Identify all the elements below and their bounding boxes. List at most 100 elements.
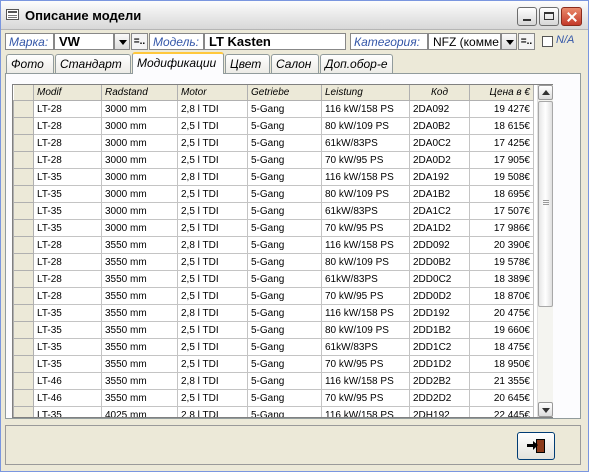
table-row[interactable]: LT-28 3550 mm 2,5 l TDI 5-Gang 70 kW/95 PS 2D… (13, 287, 534, 305)
table-row[interactable]: LT-28 3550 mm 2,8 l TDI 5-Gang 116 kW/158 PS… (13, 236, 534, 254)
cell-code[interactable]: 2DD0C2 (409, 270, 470, 288)
table-row[interactable]: LT-35 3550 mm 2,5 l TDI 5-Gang 70 kW/95 PS 2D… (13, 355, 534, 373)
tab-standard[interactable]: Стандарт (55, 54, 131, 73)
table-row[interactable]: LT-35 4025 mm 2,8 l TDI 5-Gang 116 kW/158 PS… (13, 406, 534, 417)
cell-leistung[interactable]: 61kW/83PS (321, 270, 410, 288)
cell-modif[interactable]: LT-46 (33, 389, 102, 407)
tab-photo[interactable]: Фото (6, 54, 54, 73)
cell-code[interactable]: 2DD2B2 (409, 372, 470, 390)
cell-getriebe[interactable]: 5-Gang (247, 202, 322, 220)
cell-code[interactable]: 2DD0D2 (409, 287, 470, 305)
cell-price[interactable]: 17 986€ (469, 219, 534, 237)
cell-getriebe[interactable]: 5-Gang (247, 185, 322, 203)
cell-radstand[interactable]: 3550 mm (101, 355, 178, 373)
cell-code[interactable]: 2DD1C2 (409, 338, 470, 356)
table-row[interactable]: LT-35 3000 mm 2,5 l TDI 5-Gang 61kW/83PS 2DA1… (13, 202, 534, 220)
cell-code[interactable]: 2DA0D2 (409, 151, 470, 169)
cell-motor[interactable]: 2,5 l TDI (177, 151, 248, 169)
row-selector[interactable] (13, 372, 34, 390)
cell-radstand[interactable]: 3000 mm (101, 117, 178, 135)
cell-motor[interactable]: 2,8 l TDI (177, 236, 248, 254)
column-header-getriebe[interactable]: Getriebe (247, 85, 322, 101)
cell-getriebe[interactable]: 5-Gang (247, 304, 322, 322)
cell-leistung[interactable]: 61kW/83PS (321, 134, 410, 152)
cell-radstand[interactable]: 4025 mm (101, 406, 178, 417)
row-selector[interactable] (13, 406, 34, 417)
table-row[interactable]: LT-28 3000 mm 2,5 l TDI 5-Gang 70 kW/95 PS 2D… (13, 151, 534, 169)
cell-code[interactable]: 2DD1D2 (409, 355, 470, 373)
cell-radstand[interactable]: 3550 mm (101, 236, 178, 254)
cell-radstand[interactable]: 3000 mm (101, 202, 178, 220)
cell-price[interactable]: 20 645€ (469, 389, 534, 407)
cell-leistung[interactable]: 116 kW/158 PS (321, 168, 410, 186)
scroll-up-arrow-icon[interactable] (538, 85, 553, 100)
row-selector[interactable] (13, 134, 34, 152)
na-checkbox[interactable] (542, 36, 553, 47)
cell-motor[interactable]: 2,5 l TDI (177, 287, 248, 305)
row-selector[interactable] (13, 185, 34, 203)
model-field[interactable]: LT Kasten (204, 33, 346, 50)
cell-leistung[interactable]: 116 kW/158 PS (321, 100, 410, 118)
column-header-price[interactable]: Цена в € (469, 85, 534, 101)
cell-modif[interactable]: LT-28 (33, 287, 102, 305)
cell-modif[interactable]: LT-35 (33, 219, 102, 237)
cell-motor[interactable]: 2,5 l TDI (177, 219, 248, 237)
form-icon[interactable] (6, 9, 19, 20)
cell-code[interactable]: 2DA1C2 (409, 202, 470, 220)
scroll-down-arrow-icon[interactable] (538, 402, 553, 417)
table-row[interactable]: LT-28 3550 mm 2,5 l TDI 5-Gang 80 kW/109 PS 2… (13, 253, 534, 271)
modifications-grid[interactable]: Modif Radstand Motor Getriebe Leistung К… (12, 84, 553, 418)
table-row[interactable]: LT-35 3550 mm 2,5 l TDI 5-Gang 80 kW/109 PS 2… (13, 321, 534, 339)
table-row[interactable]: LT-35 3000 mm 2,5 l TDI 5-Gang 80 kW/109 PS 2… (13, 185, 534, 203)
cell-motor[interactable]: 2,5 l TDI (177, 253, 248, 271)
cell-motor[interactable]: 2,8 l TDI (177, 406, 248, 417)
cell-leistung[interactable]: 70 kW/95 PS (321, 287, 410, 305)
cell-getriebe[interactable]: 5-Gang (247, 117, 322, 135)
cell-modif[interactable]: LT-28 (33, 253, 102, 271)
close-button[interactable] (561, 7, 582, 26)
make-dropdown-button[interactable] (114, 33, 130, 50)
cell-radstand[interactable]: 3550 mm (101, 253, 178, 271)
row-selector[interactable] (13, 355, 34, 373)
cell-radstand[interactable]: 3000 mm (101, 185, 178, 203)
cell-price[interactable]: 22 445€ (469, 406, 534, 417)
tab-interior[interactable]: Салон (271, 54, 319, 73)
cell-getriebe[interactable]: 5-Gang (247, 253, 322, 271)
cell-modif[interactable]: LT-35 (33, 406, 102, 417)
cell-leistung[interactable]: 80 kW/109 PS (321, 253, 410, 271)
column-header-modif[interactable]: Modif (33, 85, 102, 101)
cell-leistung[interactable]: 80 kW/109 PS (321, 321, 410, 339)
column-header-radstand[interactable]: Radstand (101, 85, 178, 101)
make-combobox[interactable]: VW (54, 33, 114, 50)
cell-motor[interactable]: 2,8 l TDI (177, 372, 248, 390)
tab-modifications[interactable]: Модификации (132, 52, 224, 74)
cell-code[interactable]: 2DA1D2 (409, 219, 470, 237)
cell-price[interactable]: 19 660€ (469, 321, 534, 339)
cell-price[interactable]: 20 390€ (469, 236, 534, 254)
table-row[interactable]: LT-46 3550 mm 2,5 l TDI 5-Gang 70 kW/95 PS 2D… (13, 389, 534, 407)
table-row[interactable]: LT-28 3550 mm 2,5 l TDI 5-Gang 61kW/83PS 2DD0… (13, 270, 534, 288)
cell-code[interactable]: 2DD2D2 (409, 389, 470, 407)
cell-code[interactable]: 2DA1B2 (409, 185, 470, 203)
cell-leistung[interactable]: 80 kW/109 PS (321, 117, 410, 135)
cell-leistung[interactable]: 70 kW/95 PS (321, 355, 410, 373)
cell-modif[interactable]: LT-28 (33, 134, 102, 152)
cell-modif[interactable]: LT-35 (33, 355, 102, 373)
cell-price[interactable]: 18 695€ (469, 185, 534, 203)
row-selector[interactable] (13, 287, 34, 305)
cell-motor[interactable]: 2,5 l TDI (177, 202, 248, 220)
cell-modif[interactable]: LT-46 (33, 372, 102, 390)
table-row[interactable]: LT-28 3000 mm 2,5 l TDI 5-Gang 61kW/83PS 2DA0… (13, 134, 534, 152)
cell-getriebe[interactable]: 5-Gang (247, 321, 322, 339)
exit-button[interactable] (517, 432, 555, 460)
cell-motor[interactable]: 2,5 l TDI (177, 185, 248, 203)
row-selector[interactable] (13, 219, 34, 237)
column-header-motor[interactable]: Motor (177, 85, 248, 101)
category-filter-button[interactable]: =.. (518, 33, 535, 50)
cell-radstand[interactable]: 3550 mm (101, 372, 178, 390)
cell-modif[interactable]: LT-35 (33, 168, 102, 186)
make-filter-button[interactable]: =.. (131, 33, 148, 50)
cell-getriebe[interactable]: 5-Gang (247, 287, 322, 305)
cell-motor[interactable]: 2,5 l TDI (177, 321, 248, 339)
cell-getriebe[interactable]: 5-Gang (247, 338, 322, 356)
